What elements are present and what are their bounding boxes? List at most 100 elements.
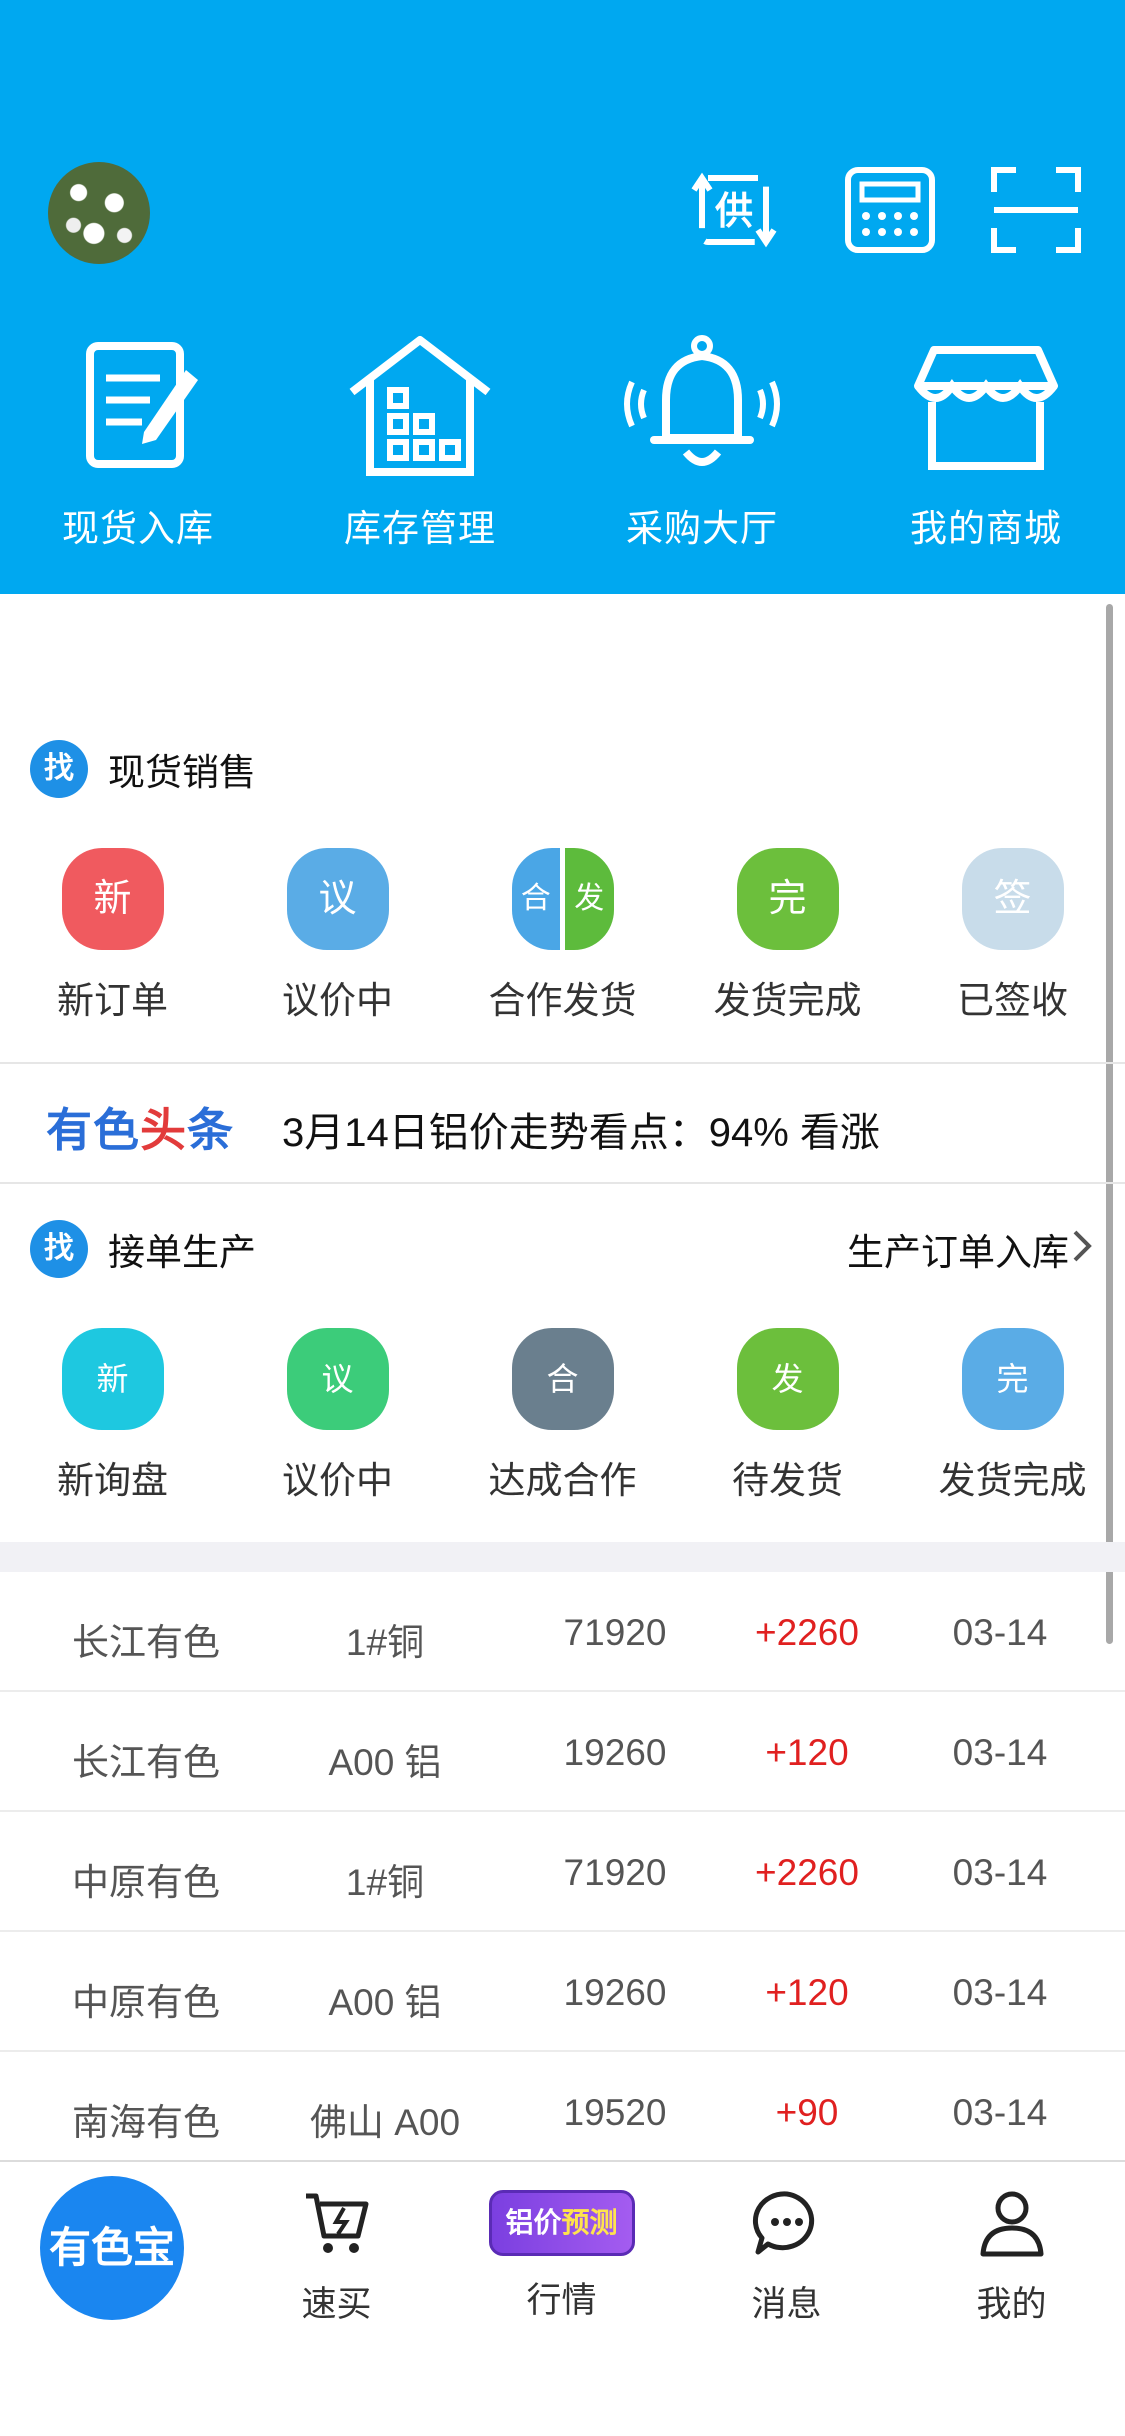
- section-title: 接单生产: [108, 1232, 256, 1273]
- find-badge: 找: [30, 740, 88, 798]
- price-cell: 19260: [563, 1732, 667, 1773]
- table-row[interactable]: 长江有色 A00 铝 19260 +120 03-14: [0, 1692, 1125, 1812]
- metal-cell: A00 铝: [328, 1742, 442, 1783]
- metal-cell: 佛山 A00: [309, 2102, 461, 2143]
- status-negotiating[interactable]: 议 议价中: [225, 1328, 450, 1504]
- document-edit-icon: [86, 342, 198, 468]
- price-cell: 19520: [563, 2092, 667, 2133]
- status-label: 发货完成: [713, 980, 862, 1021]
- metal-cell: 1#铜: [345, 1622, 425, 1663]
- production-status-row: 新 新询盘 议 议价中 合 达成合作 发 待发货 完 发货完成: [0, 1328, 1125, 1528]
- change-cell: +120: [765, 1732, 849, 1773]
- bell-icon: [624, 335, 780, 466]
- spot-sales-header: 找 现货销售: [0, 724, 1125, 804]
- metal-cell: A00 铝: [328, 1982, 442, 2023]
- date-cell: 03-14: [952, 1612, 1048, 1653]
- shipped-icon: 完: [736, 848, 839, 950]
- tab-label: 我的: [976, 2285, 1047, 2324]
- spot-sales-status-row: 新 新订单 议 议价中 合 发 合作发货 完 发货完成 签 已签收: [0, 848, 1125, 1048]
- tab-home-youse[interactable]: 有色宝: [40, 2176, 184, 2320]
- supply-switch-icon[interactable]: 供: [684, 160, 784, 260]
- market-cell: 中原有色: [72, 1862, 220, 1903]
- chat-icon: [752, 2191, 814, 2255]
- table-row[interactable]: 中原有色 A00 铝 19260 +120 03-14: [0, 1932, 1125, 2052]
- table-row[interactable]: 南海有色 佛山 A00 19520 +90 03-14: [0, 2052, 1125, 2172]
- status-label: 已签收: [957, 980, 1068, 1021]
- tab-label: 行情: [526, 2281, 597, 2320]
- signed-icon: 签: [961, 848, 1064, 950]
- coop-shipping-icon: 合 发: [511, 848, 614, 950]
- quick-nav-stock-in[interactable]: 现货入库: [18, 330, 258, 560]
- change-cell: +2260: [755, 1612, 859, 1653]
- bottom-tab-bar: 有色宝 速买 铝价预测 行情 消息 我的: [0, 2160, 1125, 2436]
- status-label: 议价中: [282, 1460, 393, 1501]
- status-label: 新询盘: [57, 1460, 168, 1501]
- calculator-icon[interactable]: [840, 160, 940, 260]
- date-cell: 03-14: [952, 1732, 1048, 1773]
- quick-nav: 现货入库 库存管理 采购大厅 我的商城: [0, 330, 1125, 560]
- change-cell: +120: [765, 1972, 849, 2013]
- market-cell: 长江有色: [72, 1622, 220, 1663]
- price-table: 长江有色 1#铜 71920 +2260 03-14 长江有色 A00 铝 19…: [0, 1572, 1125, 2172]
- new-inquiry-icon: 新: [61, 1328, 164, 1430]
- promo-text: 铝价: [505, 2207, 562, 2238]
- scan-icon[interactable]: [986, 160, 1086, 260]
- quick-nav-purchase-hall[interactable]: 采购大厅: [582, 330, 822, 560]
- news-ticker[interactable]: 有色头条 3月14日铝价走势看点：94% 看涨: [0, 1064, 1125, 1182]
- news-headline[interactable]: 3月14日铝价走势看点：94% 看涨: [282, 1100, 880, 1158]
- status-label: 新订单: [57, 980, 168, 1021]
- news-logo-part: 头: [140, 1104, 187, 1156]
- price-cell: 19260: [563, 1972, 667, 2013]
- status-label: 议价中: [282, 980, 393, 1021]
- find-badge: 找: [30, 1220, 88, 1278]
- user-icon: [980, 2191, 1043, 2257]
- tab-mine[interactable]: 我的: [899, 2186, 1124, 2327]
- tab-market[interactable]: 铝价预测 行情: [449, 2186, 674, 2323]
- negotiating-icon: 议: [286, 1328, 389, 1430]
- change-cell: +90: [775, 2092, 839, 2133]
- tab-messages[interactable]: 消息: [674, 2186, 899, 2327]
- news-logo-part: 有色: [46, 1104, 140, 1156]
- quick-nav-label: 采购大厅: [626, 508, 778, 549]
- ship-glyph: 发: [560, 848, 614, 950]
- avatar[interactable]: [48, 162, 150, 264]
- quick-nav-label: 我的商城: [910, 508, 1062, 549]
- news-logo-part: 条: [187, 1104, 234, 1156]
- section-separator: [0, 1542, 1125, 1572]
- status-label: 发货完成: [938, 1460, 1087, 1501]
- aluminum-forecast-badge: 铝价预测: [488, 2190, 635, 2256]
- new-order-icon: 新: [61, 848, 164, 950]
- date-cell: 03-14: [952, 1972, 1048, 2013]
- quick-nav-label: 现货入库: [62, 508, 214, 549]
- status-pending-shipment[interactable]: 发 待发货: [675, 1328, 900, 1504]
- price-cell: 71920: [563, 1612, 667, 1653]
- table-row[interactable]: 长江有色 1#铜 71920 +2260 03-14: [0, 1572, 1125, 1692]
- shipped-icon: 完: [961, 1328, 1064, 1430]
- status-label: 待发货: [732, 1460, 843, 1501]
- status-signed[interactable]: 签 已签收: [900, 848, 1125, 1024]
- header: 供 现货入库 库存管理 采购大厅 我的商城: [0, 0, 1125, 594]
- tab-quick-buy[interactable]: 速买: [224, 2186, 449, 2327]
- date-cell: 03-14: [952, 1852, 1048, 1893]
- status-shipped[interactable]: 完 发货完成: [900, 1328, 1125, 1504]
- quick-nav-inventory[interactable]: 库存管理: [300, 330, 540, 560]
- market-cell: 长江有色: [72, 1742, 220, 1783]
- status-negotiating[interactable]: 议 议价中: [225, 848, 450, 1024]
- warehouse-icon: [349, 336, 491, 476]
- date-cell: 03-14: [952, 2092, 1048, 2133]
- deal-reached-icon: 合: [511, 1328, 614, 1430]
- status-coop-shipping[interactable]: 合 发 合作发货: [450, 848, 675, 1024]
- quick-nav-my-store[interactable]: 我的商城: [866, 330, 1106, 560]
- table-row[interactable]: 中原有色 1#铜 71920 +2260 03-14: [0, 1812, 1125, 1932]
- metal-cell: 1#铜: [345, 1862, 425, 1903]
- negotiating-icon: 议: [286, 848, 389, 950]
- section-title: 现货销售: [108, 752, 256, 793]
- chevron-right-icon[interactable]: [1069, 1226, 1095, 1266]
- status-new-inquiry[interactable]: 新 新询盘: [0, 1328, 225, 1504]
- production-order-stock-in-link[interactable]: 生产订单入库: [847, 1222, 1069, 1276]
- news-logo: 有色头条: [46, 1094, 234, 1160]
- tab-label: 速买: [301, 2285, 372, 2324]
- status-deal-reached[interactable]: 合 达成合作: [450, 1328, 675, 1504]
- status-shipped[interactable]: 完 发货完成: [675, 848, 900, 1024]
- status-new-order[interactable]: 新 新订单: [0, 848, 225, 1024]
